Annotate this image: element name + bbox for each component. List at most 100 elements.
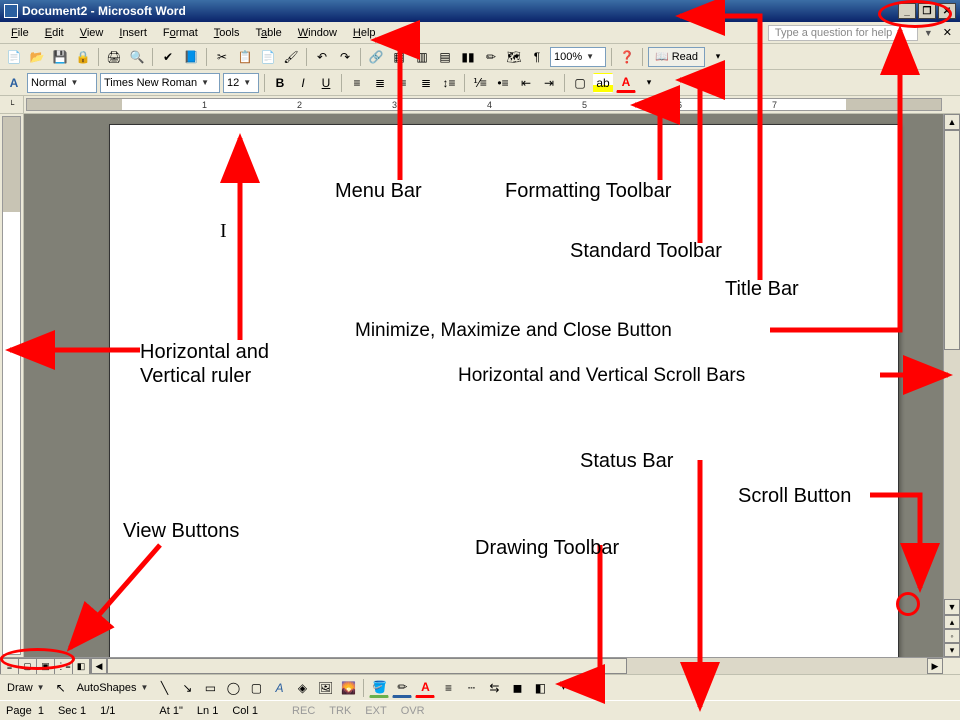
status-trk[interactable]: TRK [329, 705, 351, 717]
styles-pane-icon[interactable]: A [4, 73, 24, 93]
italic-icon[interactable]: I [293, 73, 313, 93]
read-button[interactable]: 📖 Read [648, 47, 705, 67]
align-left-icon[interactable]: ≡ [347, 73, 367, 93]
menu-format[interactable]: Format [156, 25, 205, 41]
save-icon[interactable]: 💾 [50, 47, 70, 67]
show-hide-icon[interactable]: ¶ [527, 47, 547, 67]
copy-icon[interactable]: 📋 [235, 47, 255, 67]
toolbar-options-icon-2[interactable]: ▾ [639, 73, 659, 93]
help-icon[interactable]: ❓ [617, 47, 637, 67]
cut-icon[interactable]: ✂ [212, 47, 232, 67]
prev-page-button[interactable]: ▴ [944, 615, 960, 629]
menu-tools[interactable]: Tools [207, 25, 247, 41]
columns-icon[interactable]: ▮▮ [458, 47, 478, 67]
tab-selector[interactable]: └ [0, 96, 24, 113]
help-search-box[interactable]: Type a question for help [768, 25, 918, 41]
arrow-style-icon[interactable]: ⇆ [484, 678, 504, 698]
3d-style-icon[interactable]: ◧ [530, 678, 550, 698]
paste-icon[interactable]: 📄 [258, 47, 278, 67]
open-icon[interactable]: 📂 [27, 47, 47, 67]
autoshapes-menu[interactable]: AutoShapes▼ [74, 678, 152, 698]
spelling-icon[interactable]: ✔ [158, 47, 178, 67]
menu-edit[interactable]: Edit [38, 25, 71, 41]
draw-menu[interactable]: Draw▼ [4, 678, 48, 698]
insert-table-icon[interactable]: ▥ [412, 47, 432, 67]
hyperlink-icon[interactable]: 🔗 [366, 47, 386, 67]
vscroll-track[interactable] [944, 130, 960, 599]
menu-help[interactable]: Help [346, 25, 383, 41]
research-icon[interactable]: 📘 [181, 47, 201, 67]
reading-layout-view-button[interactable]: ◧ [72, 658, 90, 675]
align-right-icon[interactable]: ≡ [393, 73, 413, 93]
vscroll-thumb[interactable] [944, 130, 960, 350]
menu-table[interactable]: Table [248, 25, 288, 41]
font-color-draw-icon[interactable]: A [415, 678, 435, 698]
underline-icon[interactable]: U [316, 73, 336, 93]
dash-style-icon[interactable]: ┄ [461, 678, 481, 698]
scroll-up-button[interactable]: ▲ [944, 114, 960, 130]
menu-window[interactable]: Window [291, 25, 344, 41]
font-color-icon[interactable]: A [616, 73, 636, 93]
wordart-icon[interactable]: A [269, 678, 289, 698]
scroll-down-button[interactable]: ▼ [944, 599, 960, 615]
menu-view[interactable]: View [73, 25, 111, 41]
rectangle-icon[interactable]: ▭ [200, 678, 220, 698]
line-style-icon[interactable]: ≡ [438, 678, 458, 698]
highlight-icon[interactable]: ab [593, 73, 613, 93]
help-dropdown-icon[interactable]: ▼ [924, 28, 933, 38]
menu-insert[interactable]: Insert [112, 25, 154, 41]
horizontal-ruler[interactable]: 1 2 3 4 5 6 7 [26, 98, 942, 111]
line-icon[interactable]: ╲ [154, 678, 174, 698]
browse-object-button[interactable]: ◦ [944, 629, 960, 643]
scroll-right-button[interactable]: ▶ [927, 658, 943, 674]
line-spacing-icon[interactable]: ↕≡ [439, 73, 459, 93]
increase-indent-icon[interactable]: ⇥ [539, 73, 559, 93]
fill-color-icon[interactable]: 🪣 [369, 678, 389, 698]
next-page-button[interactable]: ▾ [944, 643, 960, 657]
font-size-combo[interactable]: 12▼ [223, 73, 259, 93]
hscroll-track[interactable] [107, 658, 927, 674]
hscroll-thumb[interactable] [107, 658, 627, 674]
align-center-icon[interactable]: ≣ [370, 73, 390, 93]
doc-map-icon[interactable]: 🗺 [504, 47, 524, 67]
bullets-icon[interactable]: •≡ [493, 73, 513, 93]
justify-icon[interactable]: ≣ [416, 73, 436, 93]
page[interactable]: I [109, 124, 899, 657]
arrow-icon[interactable]: ↘ [177, 678, 197, 698]
style-combo[interactable]: Normal▼ [27, 73, 97, 93]
drawing-toggle-icon[interactable]: ✏ [481, 47, 501, 67]
permission-icon[interactable]: 🔒 [73, 47, 93, 67]
oval-icon[interactable]: ◯ [223, 678, 243, 698]
tables-borders-icon[interactable]: ▦ [389, 47, 409, 67]
zoom-combo[interactable]: 100%▼ [550, 47, 606, 67]
status-rec[interactable]: REC [292, 705, 315, 717]
borders-icon[interactable]: ▢ [570, 73, 590, 93]
line-color-icon[interactable]: ✏ [392, 678, 412, 698]
status-ext[interactable]: EXT [365, 705, 386, 717]
status-ovr[interactable]: OVR [401, 705, 425, 717]
excel-icon[interactable]: ▤ [435, 47, 455, 67]
toolbar-options-icon[interactable]: ▾ [708, 47, 728, 67]
new-doc-icon[interactable]: 📄 [4, 47, 24, 67]
print-icon[interactable]: 🖨 [104, 47, 124, 67]
textbox-icon[interactable]: ▢ [246, 678, 266, 698]
format-painter-icon[interactable]: 🖌 [281, 47, 301, 67]
vertical-scrollbar[interactable]: ▲ ▼ ▴ ◦ ▾ [943, 114, 960, 657]
insert-picture-icon[interactable]: 🌄 [338, 678, 358, 698]
scroll-left-button[interactable]: ◀ [91, 658, 107, 674]
select-objects-icon[interactable]: ↖ [51, 678, 71, 698]
font-combo[interactable]: Times New Roman▼ [100, 73, 220, 93]
menu-close-icon[interactable]: ✕ [943, 26, 952, 39]
drawbar-options-icon[interactable]: ▾ [553, 678, 573, 698]
vertical-ruler[interactable] [0, 114, 24, 657]
undo-icon[interactable]: ↶ [312, 47, 332, 67]
print-preview-icon[interactable]: 🔍 [127, 47, 147, 67]
shadow-style-icon[interactable]: ◼ [507, 678, 527, 698]
bold-icon[interactable]: B [270, 73, 290, 93]
menu-file[interactable]: File [4, 25, 36, 41]
decrease-indent-icon[interactable]: ⇤ [516, 73, 536, 93]
clipart-icon[interactable]: 🖼 [315, 678, 335, 698]
numbering-icon[interactable]: ⅟≡ [470, 73, 490, 93]
diagram-icon[interactable]: ◈ [292, 678, 312, 698]
redo-icon[interactable]: ↷ [335, 47, 355, 67]
